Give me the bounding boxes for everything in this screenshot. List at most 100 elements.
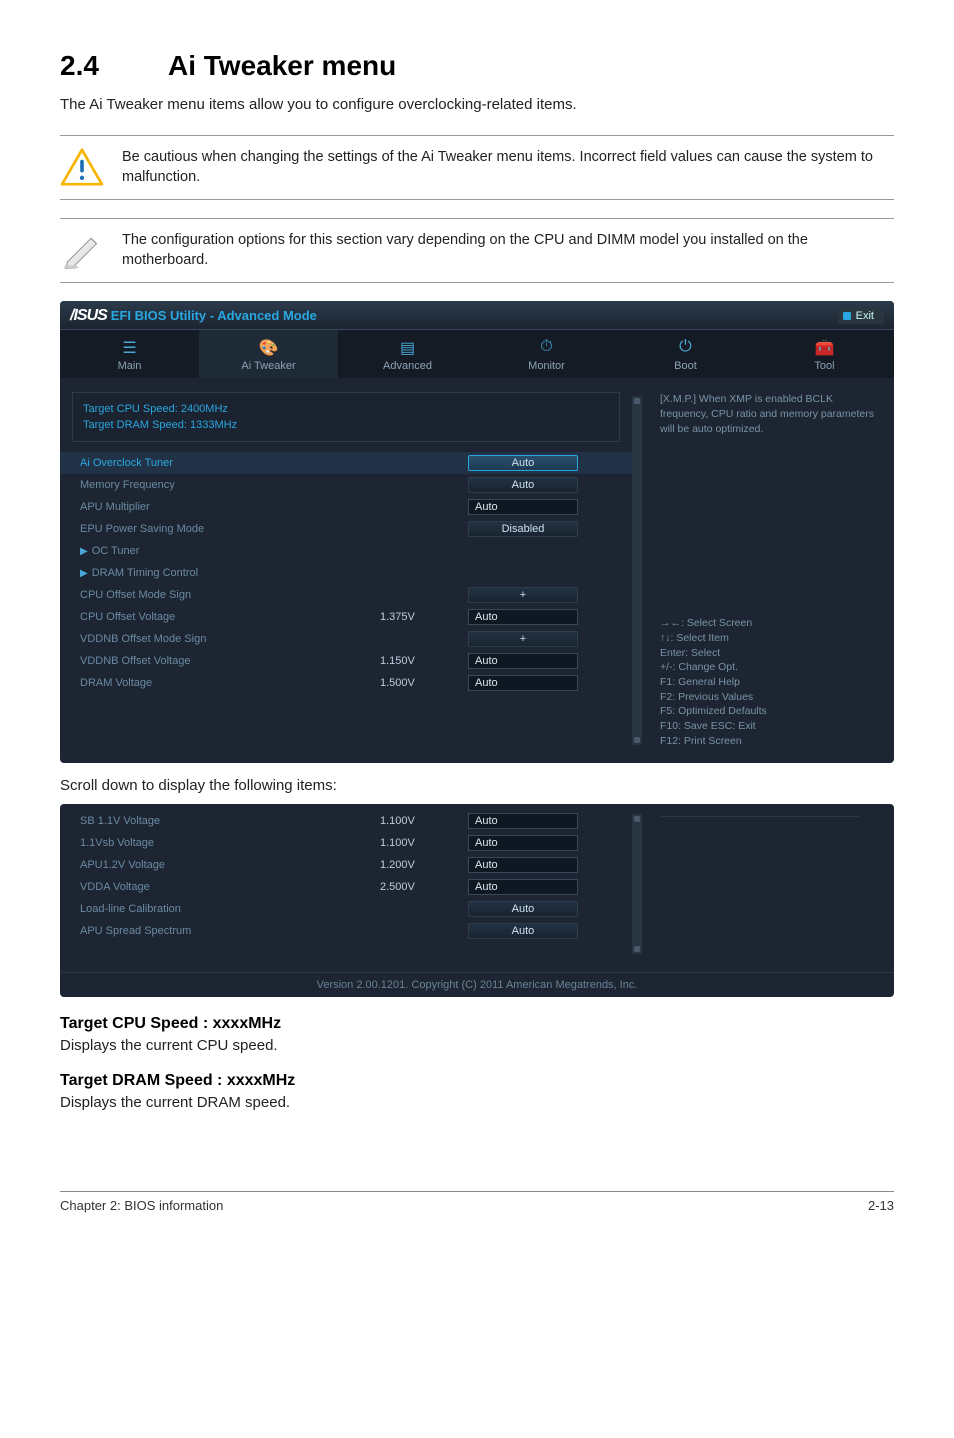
field-label: EPU Power Saving Mode (80, 523, 380, 535)
row-apu-spread-spectrum[interactable]: APU Spread Spectrum Auto (60, 920, 632, 942)
help-key-line: F1: General Help (660, 675, 880, 690)
sub-heading-dram: Target DRAM Speed : xxxxMHz (60, 1072, 894, 1090)
help-keys: →←: Select Screen ↑↓: Select Item Enter:… (660, 616, 880, 748)
bios-left-pane: SB 1.1V Voltage 1.100V Auto 1.1Vsb Volta… (60, 810, 632, 958)
row-1-1vsb-voltage[interactable]: 1.1Vsb Voltage 1.100V Auto (60, 832, 632, 854)
field-label: CPU Offset Mode Sign (80, 589, 380, 601)
bios-version-footer: Version 2.00.1201. Copyright (C) 2011 Am… (60, 972, 894, 997)
bios-help-pane: [X.M.P.] When XMP is enabled BCLK freque… (654, 392, 894, 748)
row-vddnb-offset-voltage[interactable]: VDDNB Offset Voltage 1.150V Auto (60, 650, 632, 672)
warning-text: Be cautious when changing the settings o… (122, 148, 894, 187)
scrollbar[interactable] (632, 396, 642, 744)
scroll-note: Scroll down to display the following ite… (60, 777, 894, 794)
tab-tool[interactable]: 🧰Tool (755, 330, 894, 378)
bios-body: Target CPU Speed: 2400MHz Target DRAM Sp… (60, 378, 894, 762)
warning-callout: Be cautious when changing the settings o… (60, 135, 894, 200)
row-sb-voltage[interactable]: SB 1.1V Voltage 1.100V Auto (60, 810, 632, 832)
row-memory-frequency[interactable]: Memory Frequency Auto (60, 474, 632, 496)
sub-heading-cpu: Target CPU Speed : xxxxMHz (60, 1015, 894, 1033)
field-label: VDDA Voltage (80, 881, 380, 893)
field-static-value: 1.100V (380, 815, 468, 827)
row-cpu-offset-sign[interactable]: CPU Offset Mode Sign + (60, 584, 632, 606)
tab-label: Boot (674, 360, 697, 372)
note-callout: The configuration options for this secti… (60, 218, 894, 283)
tab-advanced[interactable]: ▤Advanced (338, 330, 477, 378)
dram-voltage-input[interactable]: Auto (468, 675, 578, 691)
field-label: 1.1Vsb Voltage (80, 837, 380, 849)
bios-left-pane: Target CPU Speed: 2400MHz Target DRAM Sp… (60, 392, 632, 748)
tab-boot[interactable]: ⏻ Boot (616, 330, 755, 378)
help-key-line: F5: Optimized Defaults (660, 704, 880, 719)
field-label: Load-line Calibration (80, 903, 380, 915)
field-static-value: 1.375V (380, 611, 468, 623)
field-label: APU Multiplier (80, 501, 380, 513)
row-load-line-calibration[interactable]: Load-line Calibration Auto (60, 898, 632, 920)
vdda-voltage-input[interactable]: Auto (468, 879, 578, 895)
tool-icon: 🧰 (755, 338, 894, 356)
target-dram-speed: Target DRAM Speed: 1333MHz (83, 417, 609, 433)
scroll-down-icon[interactable] (634, 946, 640, 952)
apu-multiplier-input[interactable]: Auto (468, 499, 578, 515)
vddnb-offset-voltage-input[interactable]: Auto (468, 653, 578, 669)
target-cpu-speed: Target CPU Speed: 2400MHz (83, 401, 609, 417)
warning-icon (60, 148, 104, 186)
note-icon (60, 231, 104, 269)
row-vddnb-offset-sign[interactable]: VDDNB Offset Mode Sign + (60, 628, 632, 650)
field-label: SB 1.1V Voltage (80, 815, 380, 827)
tab-label: Ai Tweaker (241, 360, 295, 372)
vsb-voltage-input[interactable]: Auto (468, 835, 578, 851)
power-icon: ⏻ (616, 338, 755, 356)
ai-overclock-dropdown[interactable]: Auto (468, 455, 578, 471)
tab-monitor[interactable]: ⏱ Monitor (477, 330, 616, 378)
monitor-icon: ⏱ (477, 338, 616, 356)
row-cpu-offset-voltage[interactable]: CPU Offset Voltage 1.375V Auto (60, 606, 632, 628)
help-key-line: Enter: Select (660, 646, 880, 661)
cpu-offset-voltage-input[interactable]: Auto (468, 609, 578, 625)
cpu-offset-sign-dropdown[interactable]: + (468, 587, 578, 603)
row-oc-tuner[interactable]: ▶OC Tuner (60, 540, 632, 562)
row-dram-timing-control[interactable]: ▶DRAM Timing Control (60, 562, 632, 584)
tab-label: Main (118, 360, 142, 372)
scroll-up-icon[interactable] (634, 398, 640, 404)
tab-ai-tweaker[interactable]: 🎨 Ai Tweaker (199, 330, 338, 378)
row-apu-multiplier[interactable]: APU Multiplier Auto (60, 496, 632, 518)
section-heading: 2.4Ai Tweaker menu (60, 50, 894, 82)
scroll-down-icon[interactable] (634, 737, 640, 743)
submenu-arrow-icon: ▶ (80, 568, 88, 579)
row-vdda-voltage[interactable]: VDDA Voltage 2.500V Auto (60, 876, 632, 898)
scroll-up-icon[interactable] (634, 816, 640, 822)
sub-text-dram: Displays the current DRAM speed. (60, 1094, 894, 1111)
palette-icon: 🎨 (199, 338, 338, 356)
help-key-line: +/-: Change Opt. (660, 660, 880, 675)
target-info-box: Target CPU Speed: 2400MHz Target DRAM Sp… (72, 392, 620, 442)
epu-power-dropdown[interactable]: Disabled (468, 521, 578, 537)
row-epu-power-saving[interactable]: EPU Power Saving Mode Disabled (60, 518, 632, 540)
field-label: OC Tuner (92, 545, 140, 557)
row-ai-overclock-tuner[interactable]: Ai Overclock Tuner Auto (60, 452, 632, 474)
tab-main[interactable]: ☰Main (60, 330, 199, 378)
memory-frequency-dropdown[interactable]: Auto (468, 477, 578, 493)
field-static-value: 1.100V (380, 837, 468, 849)
field-label: VDDNB Offset Mode Sign (80, 633, 380, 645)
tab-label: Advanced (383, 360, 432, 372)
sb-voltage-input[interactable]: Auto (468, 813, 578, 829)
apu12v-voltage-input[interactable]: Auto (468, 857, 578, 873)
row-dram-voltage[interactable]: DRAM Voltage 1.500V Auto (60, 672, 632, 694)
field-label: CPU Offset Voltage (80, 611, 380, 623)
note-text: The configuration options for this secti… (122, 231, 894, 270)
field-static-value: 1.500V (380, 677, 468, 689)
load-line-calibration-dropdown[interactable]: Auto (468, 901, 578, 917)
exit-button[interactable]: Exit (838, 308, 884, 324)
help-key-line: F12: Print Screen (660, 734, 880, 749)
help-description: [X.M.P.] When XMP is enabled BCLK freque… (660, 392, 880, 436)
section-number: 2.4 (60, 50, 168, 82)
row-apu12v-voltage[interactable]: APU1.2V Voltage 1.200V Auto (60, 854, 632, 876)
bios-brand: /ISUS EFI BIOS Utility - Advanced Mode (70, 307, 317, 325)
apu-spread-spectrum-dropdown[interactable]: Auto (468, 923, 578, 939)
help-key-line: F2: Previous Values (660, 690, 880, 705)
scrollbar[interactable] (632, 814, 642, 954)
tab-label: Monitor (528, 360, 565, 372)
field-static-value: 2.500V (380, 881, 468, 893)
page-number: 2-13 (868, 1198, 894, 1213)
vddnb-offset-sign-dropdown[interactable]: + (468, 631, 578, 647)
